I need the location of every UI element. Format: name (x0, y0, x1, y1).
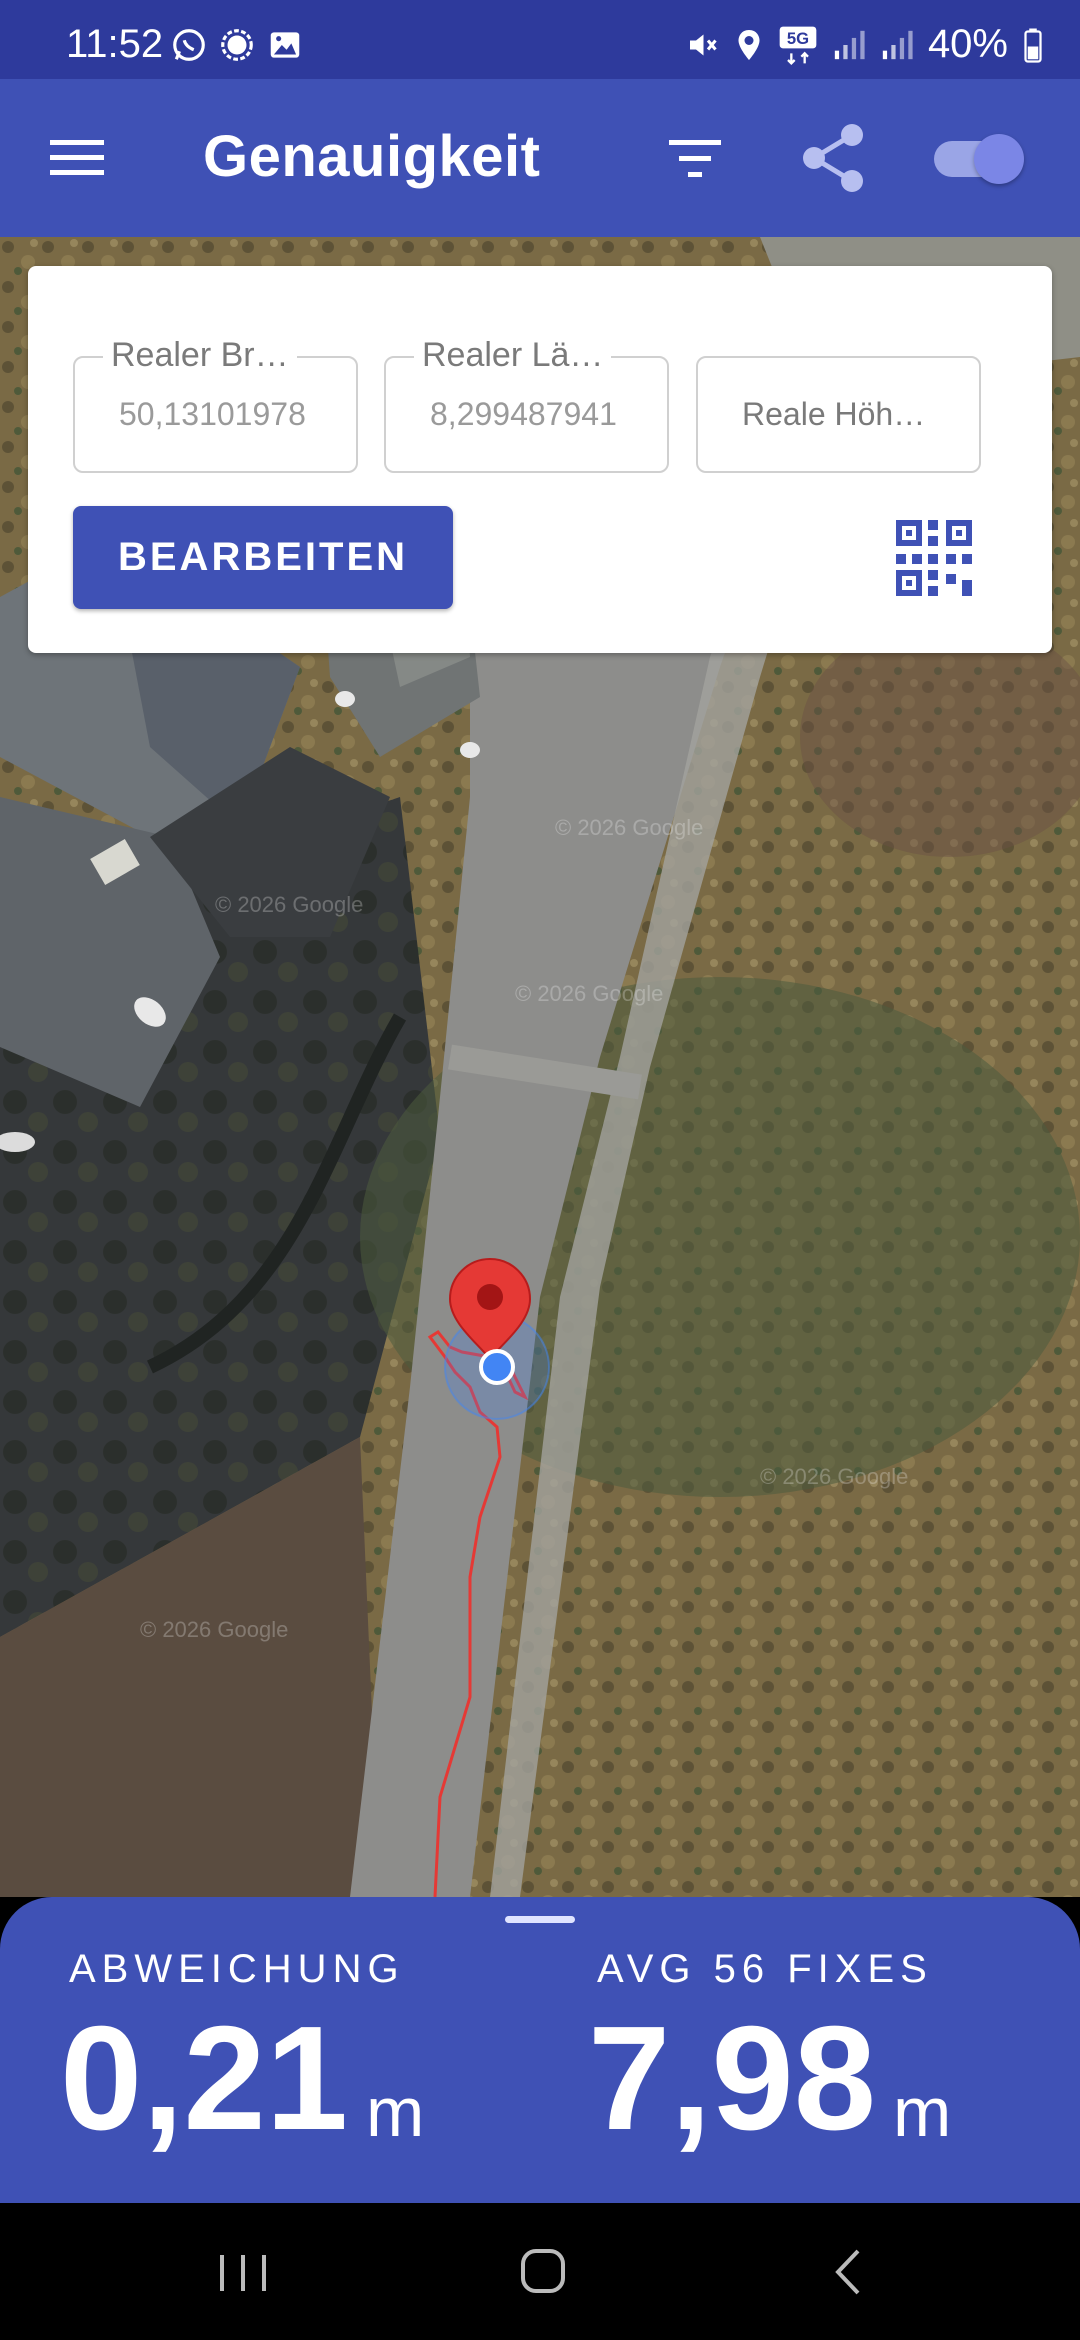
latitude-label: Realer Br… (103, 336, 297, 375)
back-icon (835, 2249, 860, 2295)
map-watermark: © 2026 Google (140, 1617, 288, 1642)
svg-text:5G: 5G (787, 29, 809, 48)
system-nav-bar (0, 2203, 1080, 2340)
drag-handle[interactable] (505, 1916, 575, 1923)
hamburger-icon (50, 140, 104, 175)
longitude-label: Realer Lä… (414, 336, 612, 375)
filter-icon (669, 140, 721, 177)
altitude-field[interactable]: Reale Höh… (696, 356, 981, 473)
accuracy-panel[interactable]: ABWEICHUNG 0,21 m AVG 56 FIXES 7,98 m (0, 1897, 1080, 2203)
longitude-value: 8,299487941 (430, 396, 617, 432)
current-location-dot (479, 1349, 515, 1385)
recent-apps-icon (220, 2255, 266, 2291)
latitude-field[interactable]: Realer Br… 50,13101978 (73, 336, 358, 473)
gallery-icon (270, 32, 300, 58)
latitude-value: 50,13101978 (119, 396, 306, 432)
page-title: Genauigkeit (203, 124, 541, 189)
menu-button[interactable] (50, 138, 106, 178)
avg-fixes-label: AVG 56 FIXES (597, 1947, 933, 1991)
deviation-label: ABWEICHUNG (69, 1947, 405, 1991)
altitude-placeholder: Reale Höh… (742, 396, 926, 432)
5g-icon: 5G (779, 26, 817, 65)
map-watermark: © 2026 Google (215, 892, 363, 917)
map-watermark: © 2026 Google (515, 981, 663, 1006)
deviation-value: 0,21 (60, 1996, 349, 2161)
back-button[interactable] (812, 2241, 882, 2303)
signal-app-icon (221, 29, 253, 61)
reference-position-card: Realer Br… 50,13101978 Realer Lä… 8,2994… (28, 266, 1052, 653)
toggle-thumb (974, 134, 1024, 184)
share-icon (803, 124, 863, 192)
map-watermark: © 2026 Google (555, 815, 703, 840)
avg-unit: m (893, 2073, 952, 2151)
longitude-field[interactable]: Realer Lä… 8,299487941 (384, 336, 669, 473)
status-bar: 11:52 5G 40% (0, 0, 1080, 79)
recent-apps-button[interactable] (208, 2241, 278, 2303)
battery-percent: 40% (927, 22, 1008, 66)
qr-code-icon (896, 520, 972, 596)
edit-button[interactable]: BEARBEITEN (73, 506, 453, 609)
app-bar: Genauigkeit (0, 79, 1080, 237)
home-button[interactable] (508, 2241, 578, 2303)
signal-icon (882, 30, 913, 59)
signal-icon (834, 30, 865, 59)
mute-icon (689, 34, 717, 55)
tracking-toggle[interactable] (934, 131, 1026, 185)
location-icon (738, 29, 760, 60)
status-time: 11:52 (66, 22, 164, 66)
map-watermark: © 2026 Google (760, 1464, 908, 1489)
battery-icon (1024, 28, 1042, 63)
avg-value: 7,98 (588, 1996, 877, 2161)
home-icon (521, 2249, 565, 2293)
deviation-unit: m (366, 2073, 425, 2151)
whatsapp-icon (173, 29, 205, 61)
share-button[interactable] (800, 123, 866, 193)
qr-code-button[interactable] (894, 518, 974, 598)
filter-button[interactable] (666, 137, 726, 183)
